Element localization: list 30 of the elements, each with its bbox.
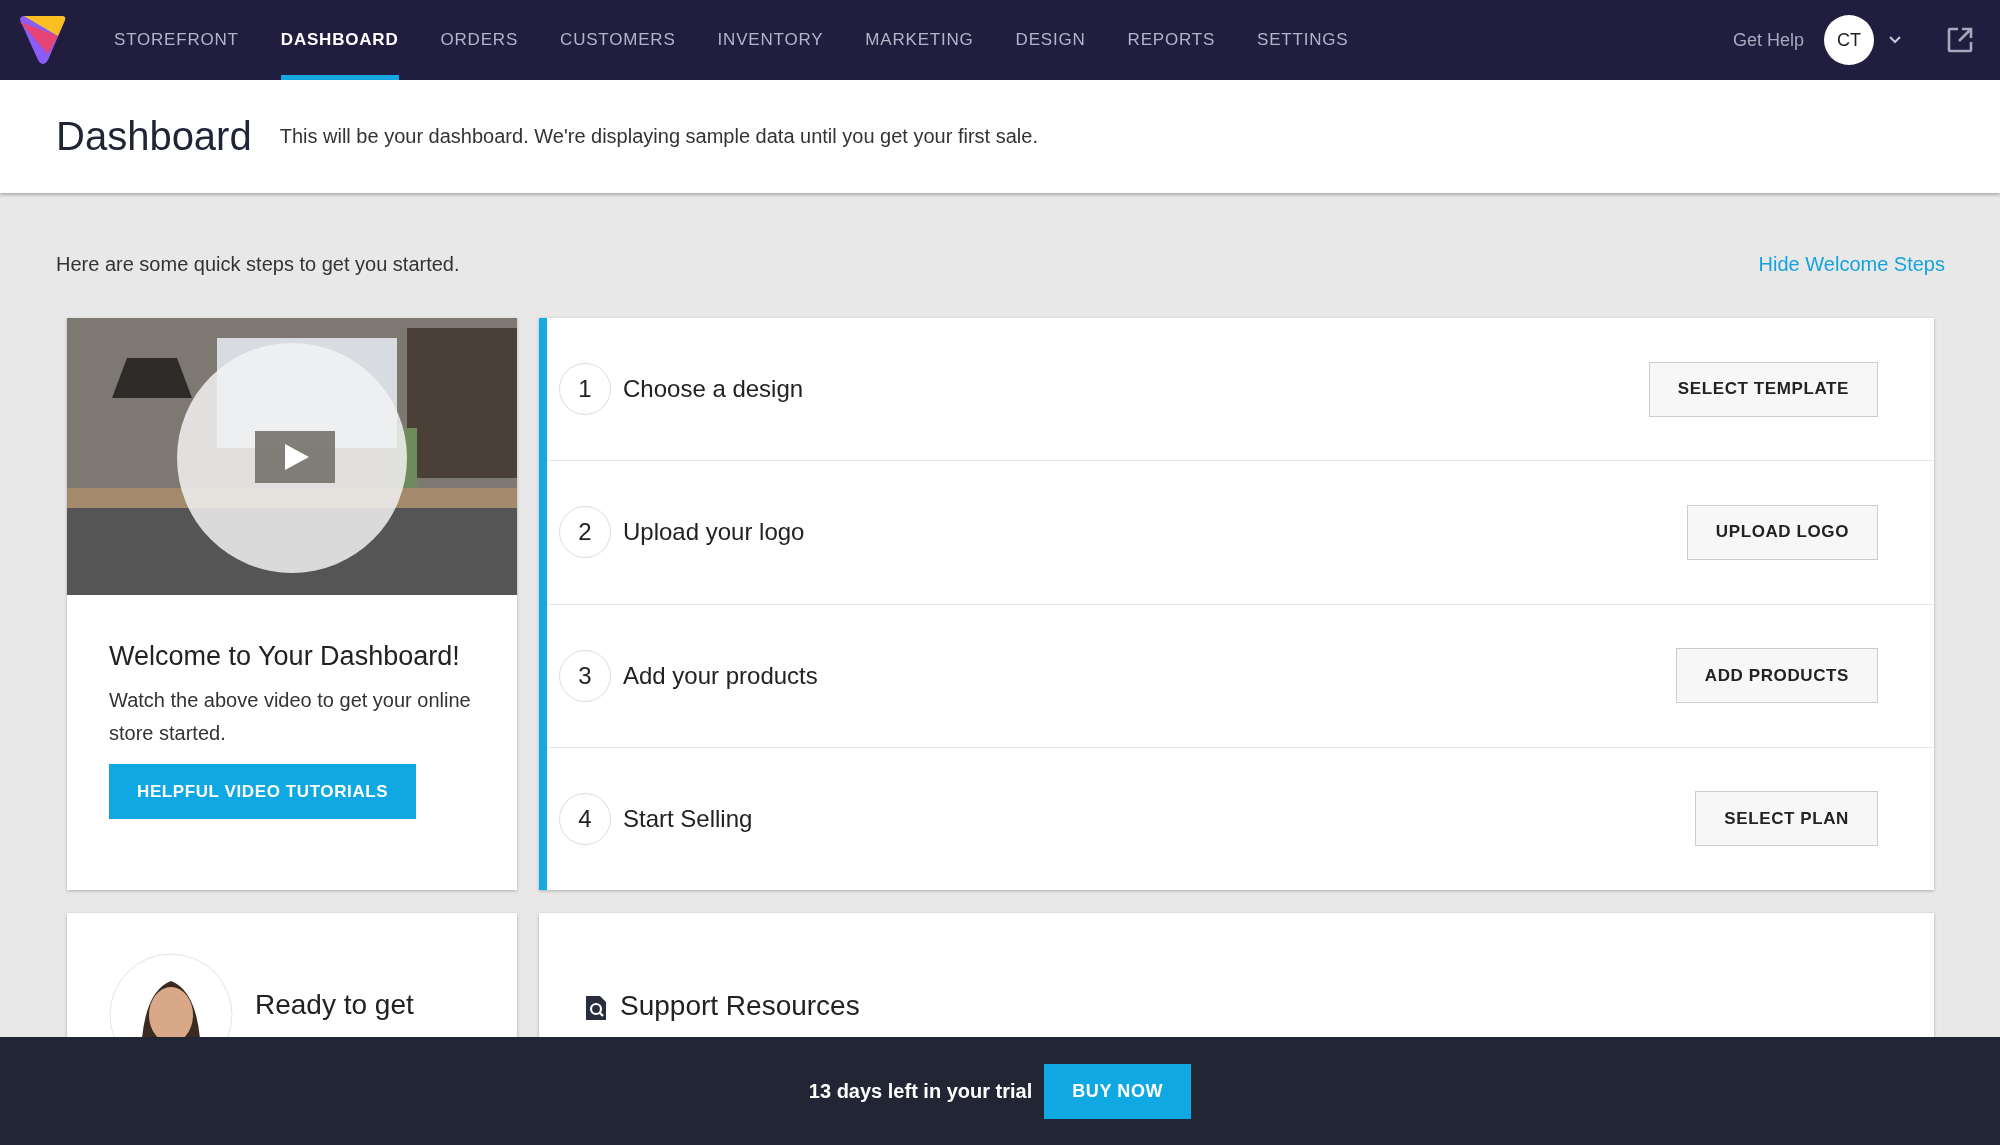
step-label: Choose a design <box>623 375 804 404</box>
user-avatar[interactable]: CT <box>1824 15 1874 65</box>
step-button[interactable]: UPLOAD LOGO <box>1686 504 1878 560</box>
chevron-down-icon[interactable] <box>1888 35 1902 45</box>
intro-text: Here are some quick steps to get you started. <box>56 253 460 276</box>
document-search-icon <box>584 994 608 1022</box>
nav-tab[interactable]: ORDERS <box>440 0 519 80</box>
welcome-text: Watch the above video to get your online store started. <box>109 688 472 746</box>
step-label: Add your products <box>623 661 818 690</box>
nav-tab[interactable]: MARKETING <box>865 0 974 80</box>
nav-tab[interactable]: REPORTS <box>1127 0 1216 80</box>
logo-icon[interactable] <box>18 14 68 66</box>
welcome-title: Welcome to Your Dashboard! <box>109 640 461 673</box>
header-description: This will be your dashboard. We're displaying sample data until you get your first sale. <box>279 125 1038 148</box>
step-label: Start Selling <box>623 804 753 833</box>
nav-tab[interactable]: STOREFRONT <box>114 0 239 80</box>
nav-tab[interactable]: INVENTORY <box>717 0 824 80</box>
step-label: Upload your logo <box>623 518 805 547</box>
help-link[interactable]: Get Help <box>1732 29 1804 51</box>
trial-text: 13 days left in your trial <box>808 1079 1033 1103</box>
nav-tab[interactable]: SETTINGS <box>1257 0 1349 80</box>
step-button[interactable]: ADD PRODUCTS <box>1675 648 1878 704</box>
external-link-icon[interactable] <box>1946 26 1974 54</box>
step-button[interactable]: SELECT PLAN <box>1695 791 1878 847</box>
support-title: Support Resources <box>620 990 860 1022</box>
nav-tab[interactable]: DESIGN <box>1015 0 1086 80</box>
nav-tab[interactable]: CUSTOMERS <box>560 0 676 80</box>
page-title: Dashboard <box>56 114 252 159</box>
step-button[interactable]: SELECT TEMPLATE <box>1648 361 1878 417</box>
ready-title: Ready to get <box>255 989 414 1021</box>
